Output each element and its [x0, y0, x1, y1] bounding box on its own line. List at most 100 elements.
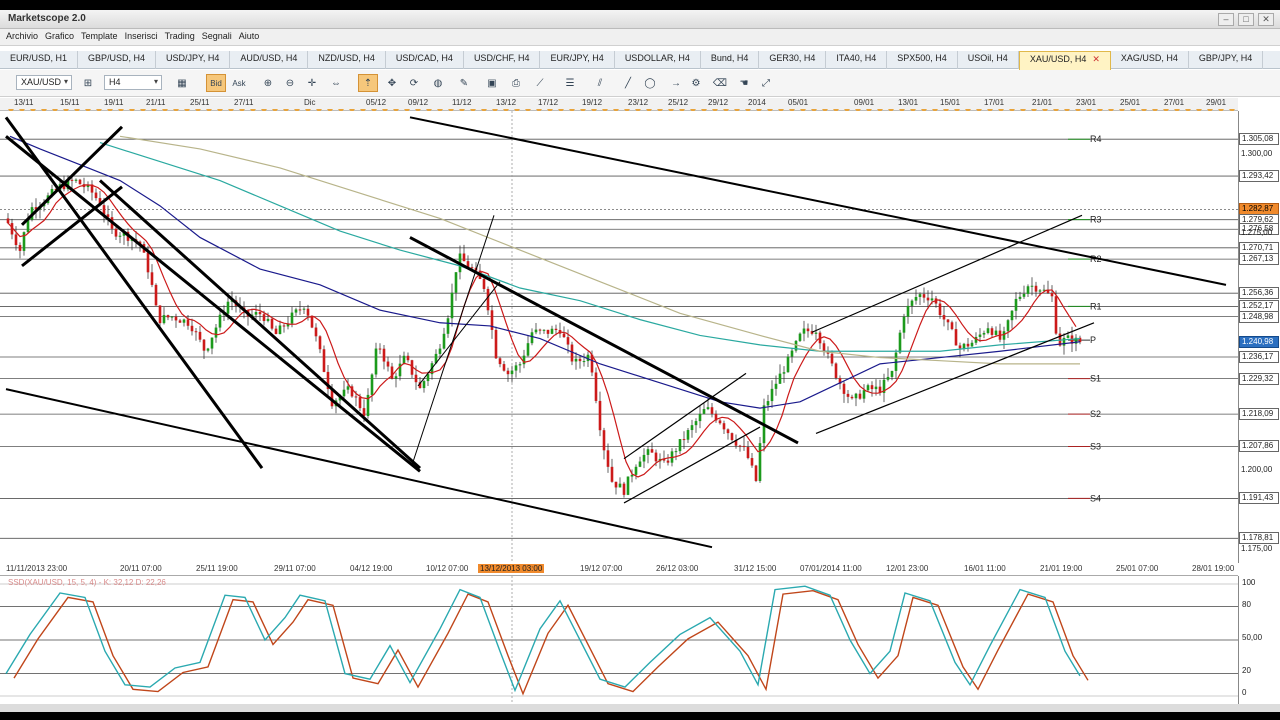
- candle-body: [946, 319, 950, 323]
- tab-usdollar-h4[interactable]: USDOLLAR, H4: [615, 51, 701, 69]
- tab-xag-usd-h4[interactable]: XAG/USD, H4: [1111, 51, 1189, 69]
- menu-grafico[interactable]: Grafico: [43, 29, 79, 45]
- candle-body: [846, 393, 850, 397]
- price-chart[interactable]: R4 R3 R2 R1 P S1 S2 S3 S4: [0, 111, 1238, 564]
- candle-body: [774, 383, 778, 389]
- fib-tool-icon[interactable]: ⫽: [590, 74, 610, 92]
- tab-eur-usd-h1[interactable]: EUR/USD, H1: [0, 51, 79, 69]
- hline-tool-icon[interactable]: ☰: [560, 74, 580, 92]
- candle-body: [622, 483, 626, 495]
- line-tool-icon[interactable]: ⟋: [530, 74, 550, 92]
- app-window: Marketscope 2.0 – □ ✕ Archivio Grafico T…: [0, 10, 1280, 712]
- tab-label: GBP/USD, H4: [88, 53, 146, 63]
- candle-body: [450, 292, 454, 319]
- bottom-date-label: 29/11 07:00: [274, 564, 316, 573]
- tab-usd-cad-h4[interactable]: USD/CAD, H4: [386, 51, 464, 69]
- candle-body: [402, 355, 406, 364]
- price-axis[interactable]: 1.305,08 1.300,00 1.293,42 1.282,87 1.279,62…: [1238, 111, 1280, 563]
- tab-label: USD/CAD, H4: [395, 53, 453, 63]
- tab-eur-jpy-h4[interactable]: EUR/JPY, H4: [540, 51, 615, 69]
- menu-trading[interactable]: Trading: [163, 29, 200, 45]
- candle-body: [674, 451, 678, 453]
- top-date-label: 25/11: [190, 98, 210, 107]
- candle-body: [254, 312, 258, 315]
- tab-label: SPX500, H4: [897, 53, 947, 63]
- close-tab-icon[interactable]: ✕: [1092, 54, 1100, 64]
- candle-body: [550, 328, 554, 334]
- print-icon[interactable]: ⎙: [506, 74, 526, 92]
- candle-body: [118, 235, 122, 237]
- tab-label: XAU/USD, H4: [1029, 54, 1087, 64]
- scroll-icon[interactable]: ⇔: [326, 74, 346, 92]
- candle-body: [1010, 310, 1014, 321]
- globe-icon[interactable]: ◍: [428, 74, 448, 92]
- zoom-out-icon[interactable]: ⊖: [280, 74, 300, 92]
- tab-ita40-h4[interactable]: ITA40, H4: [826, 51, 888, 69]
- chart-type-icon[interactable]: ⊞: [78, 74, 98, 92]
- maximize-icon[interactable]: □: [1238, 13, 1254, 26]
- candle-body: [202, 339, 206, 351]
- tab-spx500-h4[interactable]: SPX500, H4: [887, 51, 958, 69]
- hand-icon[interactable]: ☚: [734, 74, 754, 92]
- top-date-label: 29/01: [1206, 98, 1227, 107]
- ellipse-icon[interactable]: ◯: [640, 74, 660, 92]
- trendline-icon[interactable]: ╱: [618, 74, 638, 92]
- candle-body: [682, 439, 686, 441]
- price-label: 1.175,00: [1241, 544, 1273, 554]
- tab-usoil-h4[interactable]: USOil, H4: [958, 51, 1019, 69]
- menu-template[interactable]: Template: [79, 29, 123, 45]
- arrow-tool-icon[interactable]: →: [666, 74, 686, 92]
- refresh-icon[interactable]: ⟳: [404, 74, 424, 92]
- indicators-icon[interactable]: ▦: [172, 74, 192, 92]
- candle-body: [758, 443, 762, 481]
- symbol-select[interactable]: XAU/USD ▾: [16, 75, 72, 90]
- zoom-in-icon[interactable]: ⊕: [258, 74, 278, 92]
- tab-usd-jpy-h4[interactable]: USD/JPY, H4: [156, 51, 231, 69]
- price-label: 1.229,32: [1239, 372, 1279, 385]
- menu-archivio[interactable]: Archivio: [4, 29, 43, 45]
- tab-nzd-usd-h4[interactable]: NZD/USD, H4: [308, 51, 386, 69]
- tab-label: Bund, H4: [710, 53, 749, 63]
- image-icon[interactable]: ▣: [482, 74, 502, 92]
- close-icon[interactable]: ✕: [1258, 13, 1274, 26]
- candle-body: [1006, 320, 1010, 332]
- tab-gbp-jpy-h4[interactable]: GBP/JPY, H4: [1189, 51, 1264, 69]
- pencil-icon[interactable]: ✎: [454, 74, 474, 92]
- oscillator-axis: 100 80 50,00 20 0: [1238, 576, 1280, 704]
- menu-aiuto[interactable]: Aiuto: [237, 29, 265, 45]
- oscillator-svg: [0, 576, 1238, 704]
- candle-body: [566, 337, 570, 345]
- pan-icon[interactable]: ✥: [382, 74, 402, 92]
- top-date-label: 25/12: [668, 98, 689, 107]
- menu-segnali[interactable]: Segnali: [200, 29, 237, 45]
- ask-button[interactable]: Ask: [229, 74, 249, 92]
- tab-usd-chf-h4[interactable]: USD/CHF, H4: [464, 51, 541, 69]
- bottom-date-label: 11/11/2013 23:00: [6, 564, 68, 573]
- candle-body: [858, 393, 862, 399]
- menu-inserisci[interactable]: Inserisci: [123, 29, 163, 45]
- crosshair-icon[interactable]: ✛: [302, 74, 322, 92]
- price-label: 1.178,81: [1239, 532, 1279, 545]
- stochastic-k-line: [5, 585, 1081, 693]
- expand-icon[interactable]: ⤢: [756, 74, 776, 92]
- candle-body: [534, 329, 538, 333]
- tab-gbp-usd-h4[interactable]: GBP/USD, H4: [78, 51, 157, 69]
- timeframe-select[interactable]: H4 ▾: [104, 75, 162, 90]
- bid-button[interactable]: Bid: [206, 74, 226, 92]
- candle-body: [514, 365, 518, 371]
- tab-ger30-h4[interactable]: GER30, H4: [759, 51, 827, 69]
- cursor-icon[interactable]: ⇡: [358, 74, 378, 92]
- eraser-icon[interactable]: ⌫: [710, 74, 730, 92]
- tab-aud-usd-h4[interactable]: AUD/USD, H4: [230, 51, 309, 69]
- candle-body: [522, 355, 526, 365]
- candle-body: [646, 449, 650, 455]
- minimize-icon[interactable]: –: [1218, 13, 1234, 26]
- oscillator-panel[interactable]: SSD(XAU/USD, 15, 5, 4) - K: 32,12 D: 22,…: [0, 576, 1238, 704]
- candle-body: [906, 305, 910, 317]
- tab-xau-usd-h4[interactable]: XAU/USD, H4 ✕: [1018, 51, 1111, 70]
- settings-icon[interactable]: ⚙: [686, 74, 706, 92]
- price-label: 1.275,00: [1241, 228, 1273, 238]
- app-title: Marketscope 2.0: [8, 13, 86, 24]
- tab-bund-h4[interactable]: Bund, H4: [701, 51, 760, 69]
- candle-body: [422, 381, 426, 389]
